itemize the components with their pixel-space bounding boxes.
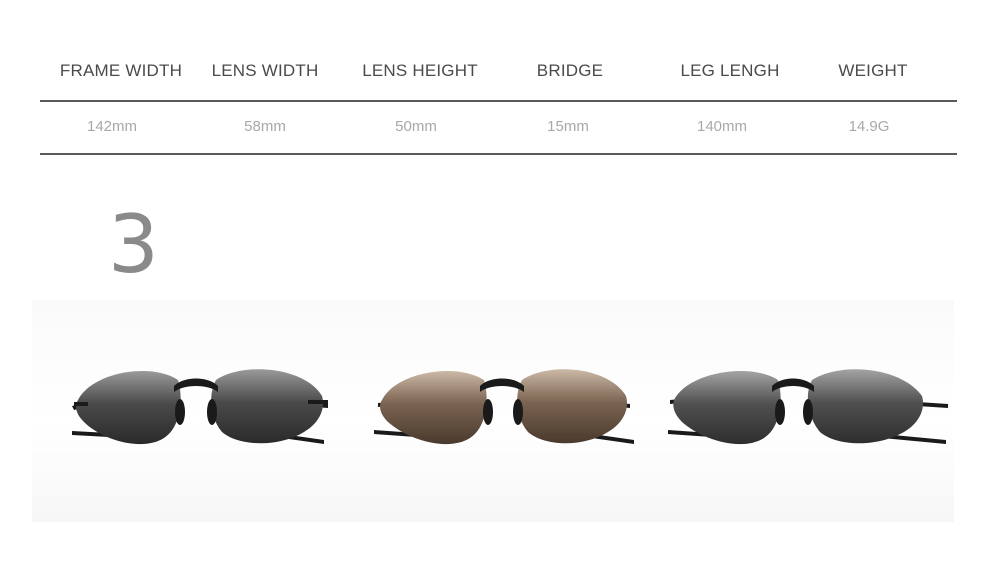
- value-leg-length: 140mm: [696, 118, 748, 135]
- smoke-sunglasses-image: [668, 369, 948, 445]
- brown-sunglasses-image: [374, 369, 634, 445]
- header-weight: WEIGHT: [838, 61, 908, 80]
- grey-sunglasses-image: [72, 369, 328, 445]
- product-photo-1: [32, 300, 332, 522]
- spec-table: FRAME WIDTH LENS WIDTH LENS HEIGHT BRIDG…: [40, 40, 957, 156]
- variant-number: 3: [108, 198, 159, 291]
- product-photo-strip: [32, 300, 954, 522]
- table-top-rule: [40, 100, 957, 102]
- header-lens-height: LENS HEIGHT: [362, 61, 478, 80]
- table-bottom-rule: [40, 153, 957, 155]
- value-weight: 14.9G: [848, 118, 890, 135]
- value-lens-height: 50mm: [395, 118, 437, 135]
- product-photo-3: [654, 300, 954, 522]
- value-frame-width: 142mm: [86, 118, 138, 135]
- value-bridge: 15mm: [547, 118, 589, 135]
- header-bridge: BRIDGE: [536, 61, 604, 80]
- header-leg-length: LEG LENGH: [680, 61, 780, 80]
- header-lens-width: LENS WIDTH: [211, 61, 319, 80]
- header-frame-width: FRAME WIDTH: [59, 61, 183, 80]
- product-photo-2: [338, 300, 638, 522]
- value-lens-width: 58mm: [244, 118, 286, 135]
